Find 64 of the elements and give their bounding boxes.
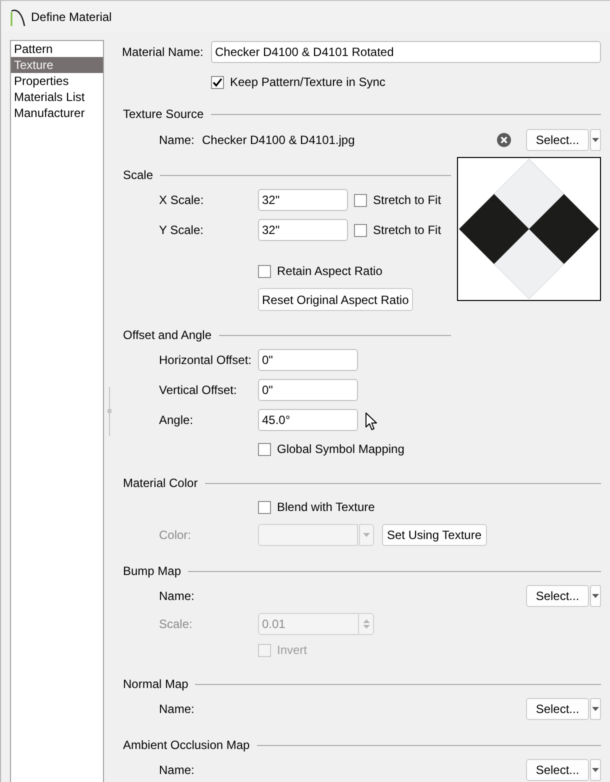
clear-icon[interactable] [497, 133, 511, 147]
dropdown-arrow-button[interactable] [590, 585, 601, 607]
checkbox-label[interactable]: Global Symbol Mapping [277, 442, 404, 456]
input-field[interactable]: 32" [258, 219, 348, 241]
checkbox-label[interactable]: Stretch to Fit [373, 193, 442, 207]
window-title: Define Material [31, 10, 112, 24]
caret-down-icon [592, 768, 599, 772]
sidebar-item[interactable]: Manufacturer [11, 105, 103, 121]
dropdown-arrow-button[interactable] [590, 698, 601, 720]
reset-aspect-ratio-button[interactable]: Reset Original Aspect Ratio [258, 288, 413, 311]
field-label: Name: [159, 589, 194, 603]
checkbox[interactable] [258, 442, 271, 456]
section-heading: Texture Source [123, 107, 204, 121]
field-label: Y Scale: [159, 223, 204, 237]
field-label: X Scale: [159, 193, 204, 207]
field-label: Horizontal Offset: [159, 353, 252, 367]
field-label: Angle: [159, 413, 194, 427]
caret-down-icon [363, 533, 370, 537]
checkbox[interactable] [354, 224, 367, 236]
sidebar-item[interactable]: Pattern [11, 41, 103, 57]
select-button[interactable]: Select... [526, 129, 589, 151]
input-field[interactable]: 0" [258, 349, 358, 371]
section-heading: Material Color [123, 476, 198, 490]
section-heading: Offset and Angle [123, 328, 212, 342]
dropdown-arrow-button[interactable] [590, 759, 601, 781]
material-name-field[interactable]: Checker D4100 & D4101 Rotated [211, 41, 601, 63]
caret-down-icon [592, 707, 599, 711]
arch-logo-icon [10, 6, 26, 26]
splitter-handle[interactable] [107, 386, 112, 436]
checkbox-label[interactable]: Retain Aspect Ratio [277, 264, 382, 278]
section-heading: Normal Map [123, 677, 188, 691]
field-label: Name: [159, 702, 194, 716]
caret-down-icon [592, 594, 599, 598]
field-label: Name: [159, 133, 194, 147]
file-name: Checker D4100 & D4101.jpg [202, 133, 355, 147]
checkbox-label[interactable]: Stretch to Fit [373, 223, 442, 237]
sidebar-item[interactable]: Properties [11, 73, 103, 89]
select-button[interactable]: Select... [526, 698, 589, 720]
dropdown-arrow-button[interactable] [590, 129, 601, 151]
field-label: Name: [159, 763, 194, 777]
section-heading: Bump Map [123, 564, 182, 578]
section-heading: Ambient Occlusion Map [123, 738, 250, 752]
select-button[interactable]: Select... [526, 759, 589, 781]
field-label: Scale: [159, 617, 192, 631]
sidebar-item[interactable]: Texture [11, 57, 103, 73]
field-label: Vertical Offset: [159, 383, 237, 397]
mouse-pointer-icon [365, 412, 378, 431]
select-button[interactable]: Select... [526, 585, 589, 607]
caret-down-icon [592, 138, 599, 142]
input-field[interactable]: 0" [258, 379, 358, 401]
input-field[interactable]: 32" [258, 189, 348, 211]
field-label: Color: [159, 528, 192, 542]
set-using-texture-button[interactable]: Set Using Texture [382, 524, 486, 546]
sidebar-item[interactable]: Materials List [11, 89, 103, 105]
section-heading: Scale [123, 168, 154, 182]
checkbox[interactable] [258, 264, 271, 278]
field-label: Material Name: [122, 45, 204, 59]
checkbox[interactable] [258, 500, 271, 514]
checkbox[interactable] [211, 76, 224, 88]
checkbox[interactable] [354, 194, 367, 206]
checkbox-label[interactable]: Keep Pattern/Texture in Sync [230, 75, 386, 89]
spin-arrows-icon [362, 619, 370, 629]
checkbox-label[interactable]: Blend with Texture [277, 500, 375, 514]
input-field[interactable]: 45.0° [258, 409, 358, 431]
